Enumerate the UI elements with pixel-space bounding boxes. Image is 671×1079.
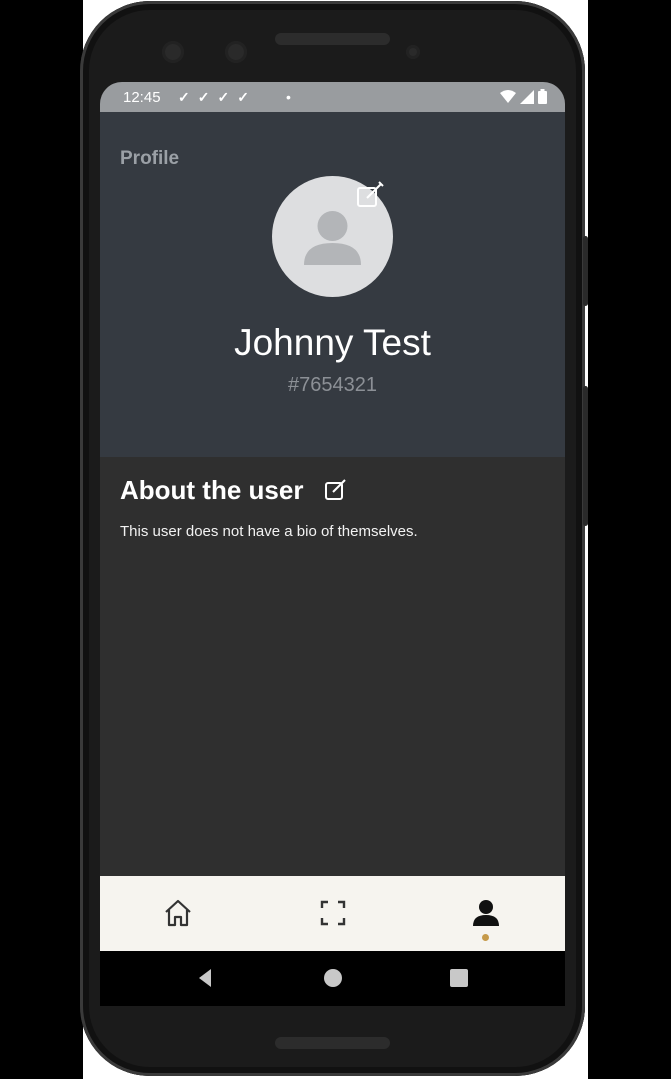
page-title: Profile [120, 148, 180, 169]
user-id: #7654321 [288, 374, 377, 396]
active-tab-indicator [482, 934, 489, 941]
user-name: Johnny Test [234, 322, 431, 363]
android-nav-bar [100, 951, 565, 1006]
proximity-sensor [406, 45, 420, 59]
home-icon[interactable] [161, 896, 195, 930]
edit-avatar-icon[interactable] [355, 180, 385, 210]
edit-bio-icon[interactable] [324, 478, 348, 502]
front-camera [162, 41, 184, 63]
status-time: 12:45 [123, 89, 161, 106]
background-right [588, 0, 671, 1079]
signal-icon [520, 89, 534, 104]
battery-icon [538, 89, 547, 104]
bottom-speaker [275, 1037, 390, 1049]
person-icon[interactable] [469, 896, 503, 930]
notification-dot: • [286, 89, 291, 105]
notification-check-icons: ✓✓✓✓ [178, 89, 257, 105]
profile-header: Profile Johnny Test #7654321 [100, 112, 565, 457]
bottom-tab-bar [100, 876, 565, 951]
about-title: About the user [120, 475, 304, 505]
bio-text: This user does not have a bio of themsel… [120, 523, 418, 540]
earpiece-speaker [275, 33, 390, 45]
volume-button [583, 386, 588, 526]
app-screen: 12:45 ✓✓✓✓ • Profile Johnny Test #765432… [100, 82, 565, 1006]
background-left [0, 0, 83, 1079]
front-sensor [225, 41, 247, 63]
back-icon[interactable] [195, 967, 217, 989]
wifi-icon [500, 89, 516, 103]
home-circle-icon[interactable] [322, 967, 344, 989]
status-bar: 12:45 ✓✓✓✓ • [100, 82, 565, 112]
power-button [583, 236, 588, 306]
recents-icon[interactable] [448, 967, 470, 989]
scan-icon[interactable] [316, 896, 350, 930]
system-icons [500, 89, 547, 104]
